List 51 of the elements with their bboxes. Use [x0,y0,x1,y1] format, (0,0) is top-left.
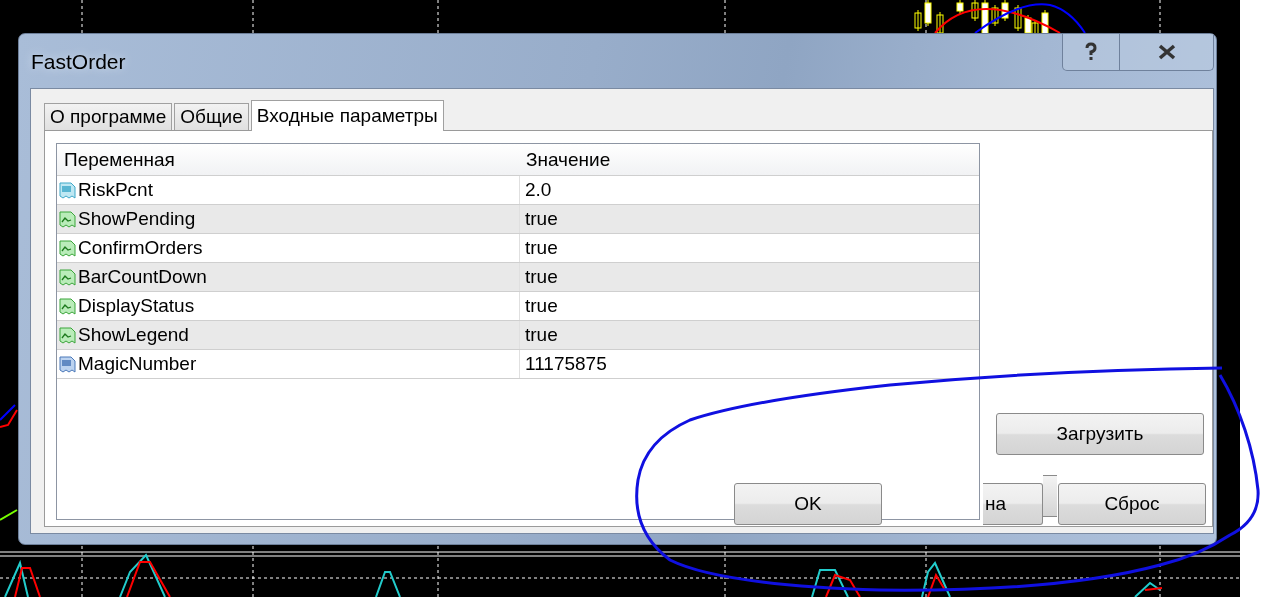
candlestick [1014,4,1022,32]
parameter-value: 2.0 [519,176,979,204]
parameter-name: ShowLegend [78,324,189,346]
parameter-type-icon [59,297,76,315]
table-row[interactable]: ConfirmOrders true [57,234,979,263]
dialog-button[interactable]: Сброс [1058,483,1206,525]
parameter-name: RiskPcnt [78,179,153,201]
candlestick [1001,0,1009,22]
dialog-button[interactable]: OK [734,483,882,525]
parameter-name: DisplayStatus [78,295,195,317]
tab[interactable]: Входные параметры [250,100,444,131]
parameter-value: true [519,292,979,320]
parameter-name: BarCountDown [78,266,207,288]
close-button[interactable] [1120,34,1214,71]
parameter-name: MagicNumber [78,353,197,375]
tab[interactable]: О программе [44,103,173,130]
indicator-line [0,409,18,428]
help-button[interactable] [1062,34,1120,71]
candlestick [991,4,999,27]
table-row[interactable]: BarCountDown true [57,263,979,292]
table-row[interactable]: DisplayStatus true [57,292,979,321]
close-icon [1156,44,1177,60]
tab[interactable]: Общие [174,103,249,130]
parameter-value: true [519,205,979,233]
parameter-type-icon [59,181,76,199]
parameter-name: ShowPending [78,208,196,230]
parameter-type-icon [59,355,76,373]
parameter-type-icon [59,326,76,344]
help-icon [1084,42,1098,62]
indicator-line [0,404,16,421]
parameter-value: 11175875 [519,350,979,378]
table-row[interactable]: RiskPcnt 2.0 [57,176,979,205]
column-header[interactable]: Значение [519,144,979,175]
parameter-name: ConfirmOrders [78,237,203,259]
parameter-type-icon [59,239,76,257]
parameter-type-icon [59,268,76,286]
dialog-button[interactable]: на [983,483,1043,525]
indicator-line [0,509,18,521]
candlestick [956,0,964,15]
load-button[interactable]: Загрузить [996,413,1204,455]
candlestick [971,0,979,22]
parameter-type-icon [59,210,76,228]
table-row[interactable]: ShowPending true [57,205,979,234]
window-title: FastOrder [31,50,126,74]
parameter-value: true [519,321,979,349]
parameter-value: true [519,263,979,291]
column-header[interactable]: Переменная [57,144,519,175]
candlestick [914,9,922,32]
table-row[interactable]: ShowLegend true [57,321,979,350]
hidden-button[interactable] [1043,475,1057,517]
parameter-value: true [519,234,979,262]
